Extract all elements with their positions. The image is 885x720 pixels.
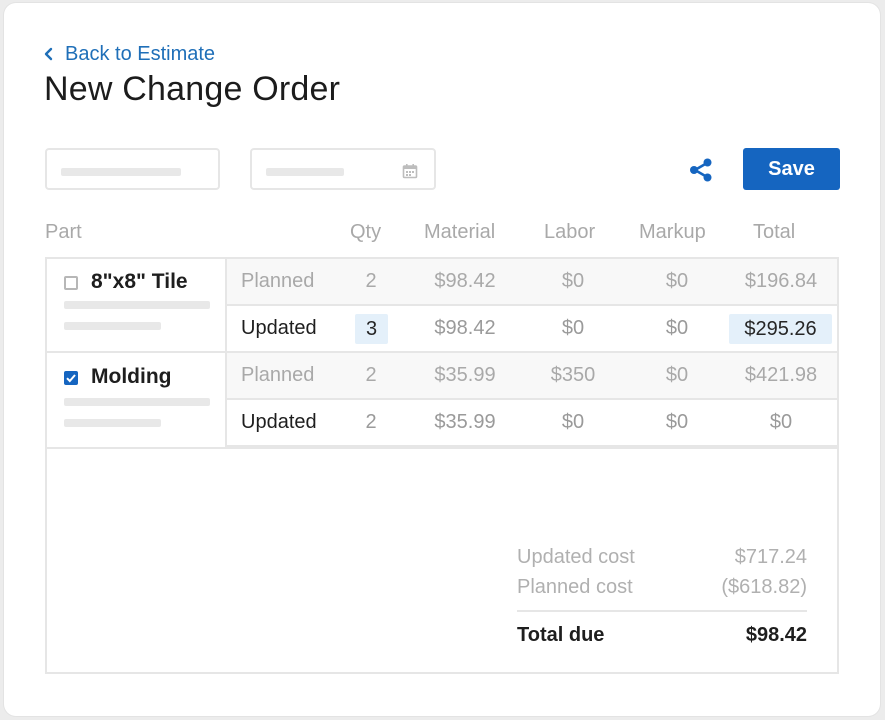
total-value: $0: [769, 411, 793, 433]
markup-value: $0: [665, 317, 689, 339]
column-header-total: Total: [753, 221, 796, 243]
part-cell-tile: 8"x8" Tile: [47, 259, 227, 353]
chevron-left-icon: [42, 47, 56, 61]
page-title: New Change Order: [44, 70, 341, 108]
row-label: Planned: [241, 364, 315, 386]
planned-cost-label: Planned cost: [517, 576, 633, 598]
table-row-planned[interactable]: Planned 2 $35.99 $350 $0 $421.98: [227, 353, 837, 400]
back-link-label: Back to Estimate: [65, 42, 216, 65]
column-header-qty: Qty: [350, 221, 382, 243]
date-input[interactable]: [250, 148, 436, 190]
total-value: $421.98: [744, 364, 818, 386]
table-row-updated[interactable]: Updated 2 $35.99 $0 $0 $0: [227, 400, 837, 447]
material-value: $98.42: [434, 270, 496, 292]
table-row-updated[interactable]: Updated 3 $98.42 $0 $0 $295.26: [227, 306, 837, 353]
description-placeholder-bar: [64, 419, 161, 427]
qty-value: 2: [365, 411, 377, 433]
part-cell-molding: Molding: [47, 353, 227, 449]
description-placeholder-bar: [64, 322, 161, 330]
share-icon[interactable]: [688, 157, 714, 183]
part-checkbox-molding[interactable]: [64, 371, 78, 385]
description-placeholder-bar: [64, 301, 210, 309]
input-placeholder-bar: [61, 168, 181, 176]
material-value: $98.42: [434, 317, 496, 339]
labor-value: $0: [561, 317, 585, 339]
updated-cost-label: Updated cost: [517, 546, 635, 568]
save-button[interactable]: Save: [743, 148, 840, 190]
row-label: Planned: [241, 270, 315, 292]
line-items-table: 8"x8" Tile Planned 2 $98.42 $0 $0 $196.8…: [45, 257, 839, 674]
part-checkbox-tile[interactable]: [64, 276, 78, 290]
column-header-labor: Labor: [544, 221, 596, 243]
column-header-material: Material: [424, 221, 496, 243]
material-value: $35.99: [434, 411, 496, 433]
qty-value: 2: [365, 270, 377, 292]
markup-value: $0: [665, 270, 689, 292]
total-due-value: $98.42: [745, 624, 807, 646]
back-to-estimate-link[interactable]: Back to Estimate: [42, 43, 215, 65]
updated-cost-value: $717.24: [734, 546, 807, 568]
qty-value: 2: [365, 364, 377, 386]
column-header-part: Part: [45, 221, 82, 243]
part-name: Molding: [91, 365, 172, 388]
table-row-planned[interactable]: Planned 2 $98.42 $0 $0 $196.84: [227, 259, 837, 306]
description-placeholder-bar: [64, 398, 210, 406]
qty-input[interactable]: 3: [355, 314, 388, 344]
labor-value: $0: [561, 270, 585, 292]
total-due-label: Total due: [517, 624, 605, 646]
column-header-markup: Markup: [639, 221, 706, 243]
planned-cost-value: ($618.82): [721, 576, 807, 598]
total-value-highlighted: $295.26: [729, 314, 832, 344]
checkmark-icon: [66, 374, 76, 383]
table-bottom-divider: [47, 447, 837, 449]
markup-value: $0: [665, 411, 689, 433]
calendar-icon[interactable]: [402, 163, 418, 179]
material-value: $35.99: [434, 364, 496, 386]
name-input[interactable]: [45, 148, 220, 190]
row-label: Updated: [241, 317, 317, 339]
labor-value: $0: [561, 411, 585, 433]
markup-value: $0: [665, 364, 689, 386]
part-name: 8"x8" Tile: [91, 270, 188, 293]
input-placeholder-bar: [266, 168, 344, 176]
row-label: Updated: [241, 411, 317, 433]
total-value: $196.84: [744, 270, 818, 292]
summary-divider: [517, 610, 807, 612]
labor-value: $350: [550, 364, 596, 386]
